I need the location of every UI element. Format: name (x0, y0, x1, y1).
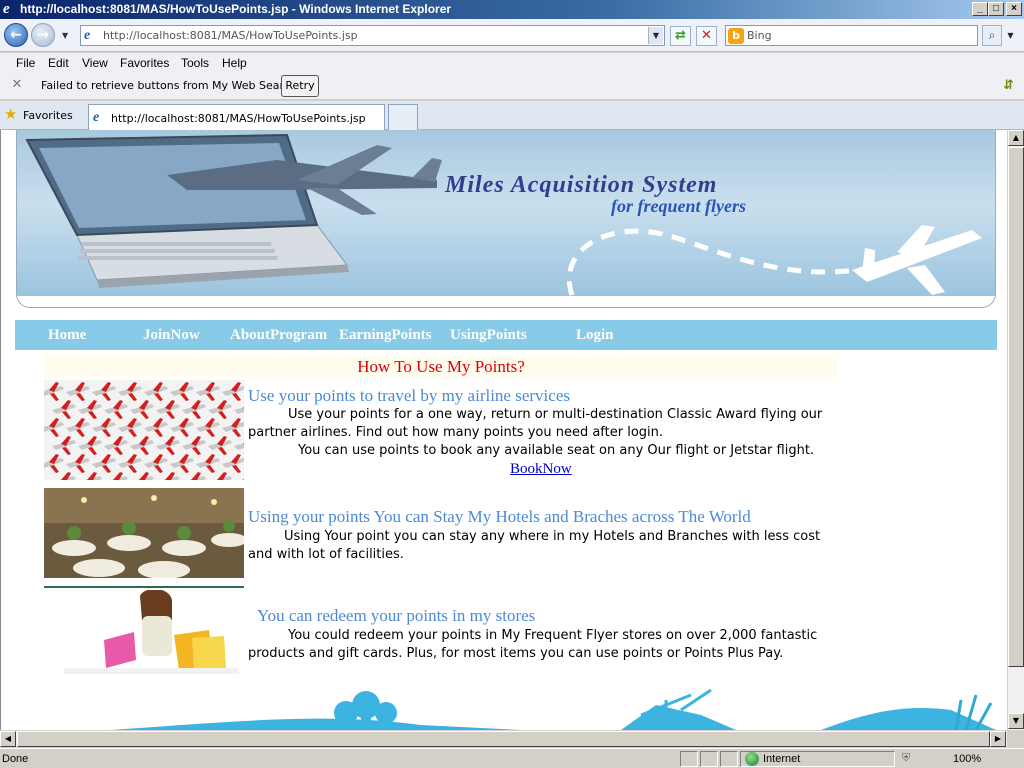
booknow-link[interactable]: BookNow (510, 461, 572, 478)
stop-icon: ✕ (701, 28, 712, 43)
section-divider (44, 586, 244, 588)
section-body-airline-1: Use your points for a one way, return or… (248, 407, 823, 440)
banner-illustration (25, 133, 982, 296)
scroll-left-button[interactable]: ◀ (0, 731, 16, 747)
menu-bar: File Edit View Favorites Tools Help (0, 53, 1024, 73)
toolbar-notification: ✕ Failed to retrieve buttons from My Web… (0, 73, 1024, 100)
forward-button[interactable]: → (31, 23, 55, 47)
menu-file[interactable]: File (16, 56, 35, 70)
nav-earningpoints[interactable]: EarningPoints (339, 327, 432, 344)
tab-page-icon: e (93, 110, 100, 125)
nav-login[interactable]: Login (576, 327, 614, 344)
compatibility-view-icon[interactable]: ⇵ (1003, 78, 1017, 94)
vertical-scrollbar[interactable]: ▲ ▼ (1007, 130, 1024, 730)
airline-planes-image (44, 380, 244, 480)
shopping-woman-image (44, 590, 244, 675)
bing-icon: b (728, 28, 744, 44)
back-arrow-icon: ← (10, 27, 22, 43)
page-viewport: Miles Acquisition System for frequent fl… (0, 130, 1007, 730)
section-title-airline: Use your points to travel by my airline … (248, 386, 570, 405)
favorites-star-icon[interactable]: ★ (4, 107, 17, 122)
refresh-icon: ⇄ (675, 28, 686, 43)
search-input[interactable] (747, 27, 972, 44)
zoom-level[interactable]: 100% (953, 753, 981, 765)
security-zone-label: Internet (763, 753, 801, 765)
section-title-hotels: Using your points You can Stay My Hotels… (248, 507, 751, 526)
page-title: How To Use My Points? (357, 357, 525, 376)
tab-title: http://localhost:8081/MAS/HowToUsePoints… (111, 112, 366, 125)
nav-home[interactable]: Home (48, 327, 86, 344)
scroll-up-button[interactable]: ▲ (1008, 130, 1024, 146)
address-input[interactable] (103, 27, 643, 44)
maximize-button[interactable]: □ (988, 2, 1004, 16)
nav-joinnow[interactable]: JoinNow (143, 327, 200, 344)
new-tab-button[interactable] (388, 104, 418, 130)
back-button[interactable]: ← (4, 23, 28, 47)
refresh-button[interactable]: ⇄ (670, 26, 691, 46)
window-title: http://localhost:8081/MAS/HowToUsePoints… (20, 2, 452, 16)
nav-usingpoints[interactable]: UsingPoints (450, 327, 527, 344)
horizontal-scrollbar[interactable]: ◀ ▶ (0, 730, 1007, 747)
menu-view[interactable]: View (82, 56, 108, 70)
menu-favorites[interactable]: Favorites (120, 56, 169, 70)
search-options-dropdown-icon[interactable]: ▼ (1003, 25, 1018, 46)
menu-help[interactable]: Help (222, 56, 247, 70)
hotel-banquet-image (44, 488, 244, 578)
section-body-airline-2: You can use points to book any available… (298, 443, 815, 458)
browser-tab[interactable]: e http://localhost:8081/MAS/HowToUsePoin… (88, 104, 385, 130)
address-bar[interactable]: e ▼ (80, 25, 665, 46)
stop-button[interactable]: ✕ (696, 26, 717, 46)
close-icon[interactable]: ✕ (10, 78, 24, 92)
section-body-hotels: Using Your point you can stay any where … (248, 529, 821, 562)
forward-arrow-icon: → (37, 27, 49, 43)
menu-edit[interactable]: Edit (48, 56, 69, 70)
hotel-hall-graphic (44, 488, 244, 578)
status-segment (720, 751, 738, 767)
scroll-right-button[interactable]: ▶ (990, 731, 1006, 747)
status-segment (680, 751, 698, 767)
banner-title: Miles Acquisition System (445, 172, 718, 198)
menu-tools[interactable]: Tools (181, 56, 209, 70)
search-box[interactable]: b (725, 25, 978, 46)
scroll-down-button[interactable]: ▼ (1008, 713, 1024, 729)
retry-button[interactable]: Retry (281, 75, 319, 97)
ie-logo-icon: e (3, 1, 10, 17)
nav-aboutprogram[interactable]: AboutProgram (230, 327, 327, 344)
search-button[interactable]: ⌕ (982, 25, 1002, 46)
favorites-bar: ★ Favorites e http://localhost:8081/MAS/… (0, 101, 1024, 130)
close-window-button[interactable]: × (1006, 2, 1022, 16)
horizontal-scroll-thumb[interactable] (17, 731, 990, 747)
status-bar: Done Internet ⛨ 100% (0, 748, 1024, 768)
minimize-button[interactable]: _ (972, 2, 988, 16)
footer-decoration (111, 688, 996, 730)
search-icon: ⌕ (988, 28, 996, 42)
status-text: Done (2, 753, 29, 765)
window-title-bar: e http://localhost:8081/MAS/HowToUsePoin… (0, 0, 1024, 19)
globe-icon (745, 752, 759, 766)
address-toolbar: ← → ▼ e ▼ ⇄ ✕ b ⌕ ▼ (0, 19, 1024, 52)
protected-mode-icon[interactable]: ⛨ (902, 752, 916, 766)
section-body-stores: You could redeem your points in My Frequ… (248, 628, 818, 661)
section-title-stores: You can redeem your points in my stores (257, 606, 536, 625)
vertical-scroll-thumb[interactable] (1008, 147, 1024, 667)
page-icon: e (84, 28, 91, 43)
page-heading-bar: How To Use My Points? (44, 354, 838, 378)
shopping-graphic (44, 590, 244, 675)
notification-text: Failed to retrieve buttons from My Web S… (41, 79, 301, 92)
history-dropdown-icon[interactable]: ▼ (62, 31, 70, 40)
banner-subtitle: for frequent flyers (611, 196, 746, 216)
address-dropdown-icon[interactable]: ▼ (648, 27, 663, 44)
planes-pattern-graphic (44, 380, 244, 480)
site-nav: Home JoinNow AboutProgram EarningPoints … (15, 320, 997, 350)
status-segment (700, 751, 718, 767)
scrollbar-corner (1007, 730, 1024, 747)
site-banner: Miles Acquisition System for frequent fl… (16, 130, 996, 308)
favorites-button[interactable]: Favorites (23, 109, 73, 122)
